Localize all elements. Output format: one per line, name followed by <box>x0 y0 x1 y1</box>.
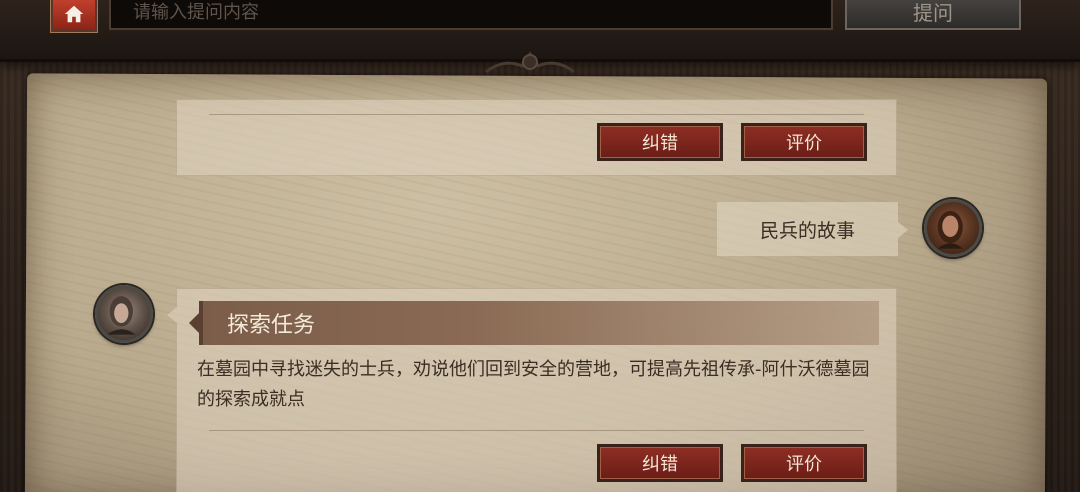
divider <box>209 114 864 115</box>
top-bar: 提问 <box>0 0 1080 74</box>
divider <box>209 430 864 431</box>
answer-title-banner: 探索任务 <box>189 301 879 345</box>
skull-ornament-icon <box>485 51 575 74</box>
answer-body: 在墓园中寻找迷失的士兵，劝说他们回到安全的营地，可提高先祖传承-阿什沃德墓园的探… <box>197 359 870 410</box>
answer-card: 纠错 评价 <box>176 99 897 176</box>
assistant-avatar <box>95 285 153 343</box>
search-input[interactable] <box>109 0 833 30</box>
rate-button[interactable]: 评价 <box>741 123 867 161</box>
knight-portrait-icon <box>106 296 136 335</box>
ask-button[interactable]: 提问 <box>845 0 1021 30</box>
user-avatar <box>924 199 982 257</box>
home-button[interactable] <box>50 0 98 33</box>
answer-card: 探索任务 在墓园中寻找迷失的士兵，劝说他们回到安全的营地，可提高先祖传承-阿什沃… <box>167 288 897 492</box>
user-message-bubble: 民兵的故事 <box>717 202 908 256</box>
home-icon <box>64 5 84 23</box>
user-message-text: 民兵的故事 <box>759 219 855 242</box>
female-portrait-icon <box>937 210 963 249</box>
correct-button[interactable]: 纠错 <box>597 123 723 161</box>
answer-title: 探索任务 <box>227 313 316 338</box>
rate-button[interactable]: 评价 <box>741 444 867 482</box>
correct-button[interactable]: 纠错 <box>597 444 723 482</box>
